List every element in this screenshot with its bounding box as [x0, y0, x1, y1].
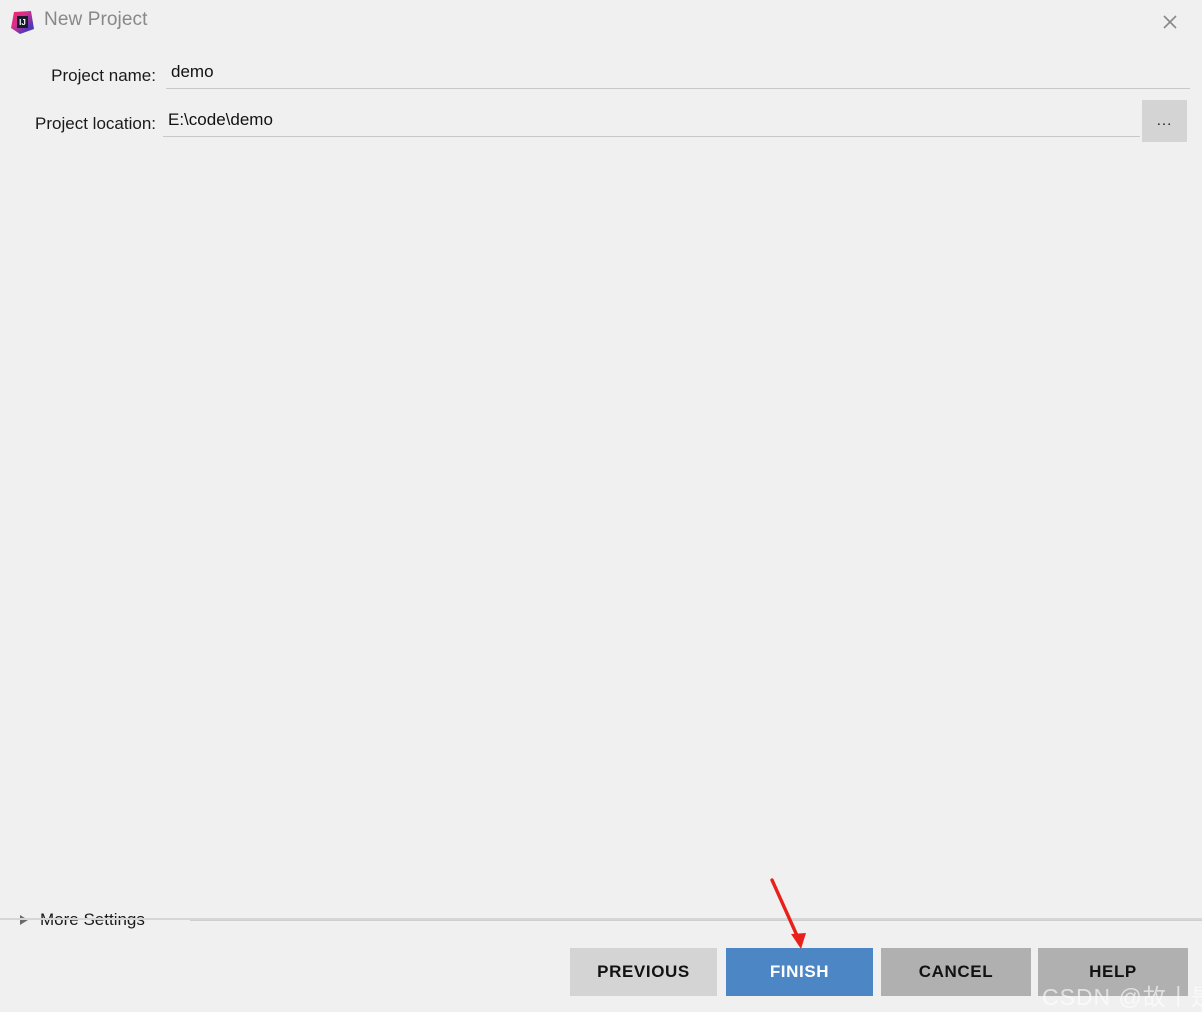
svg-text:IJ: IJ — [19, 18, 26, 27]
close-button[interactable] — [1148, 4, 1192, 40]
project-name-label: Project name: — [51, 66, 156, 85]
intellij-idea-icon: IJ — [11, 11, 34, 34]
ellipsis-icon: ... — [1156, 112, 1173, 129]
browse-location-button[interactable]: ... — [1142, 100, 1187, 142]
triangle-right-icon — [20, 915, 28, 925]
window-title: New Project — [44, 9, 148, 30]
close-icon — [1163, 15, 1177, 29]
more-settings-section: More Settings — [0, 903, 1202, 937]
project-location-row: Project location: — [0, 106, 1202, 150]
dialog-button-bar: PREVIOUS FINISH CANCEL HELP — [0, 948, 1202, 1008]
help-button[interactable]: HELP — [1038, 948, 1188, 996]
more-settings-label: More Settings — [40, 910, 145, 930]
more-settings-toggle[interactable]: More Settings — [20, 903, 145, 937]
finish-button[interactable]: FINISH — [726, 948, 873, 996]
cancel-button[interactable]: CANCEL — [881, 948, 1031, 996]
footer-divider — [0, 918, 1202, 920]
title-bar: IJ New Project — [0, 0, 1202, 44]
project-location-label: Project location: — [35, 114, 156, 133]
project-name-input[interactable] — [166, 60, 1190, 89]
project-name-row: Project name: — [0, 58, 1202, 102]
project-location-input[interactable] — [163, 108, 1140, 137]
previous-button[interactable]: PREVIOUS — [570, 948, 717, 996]
